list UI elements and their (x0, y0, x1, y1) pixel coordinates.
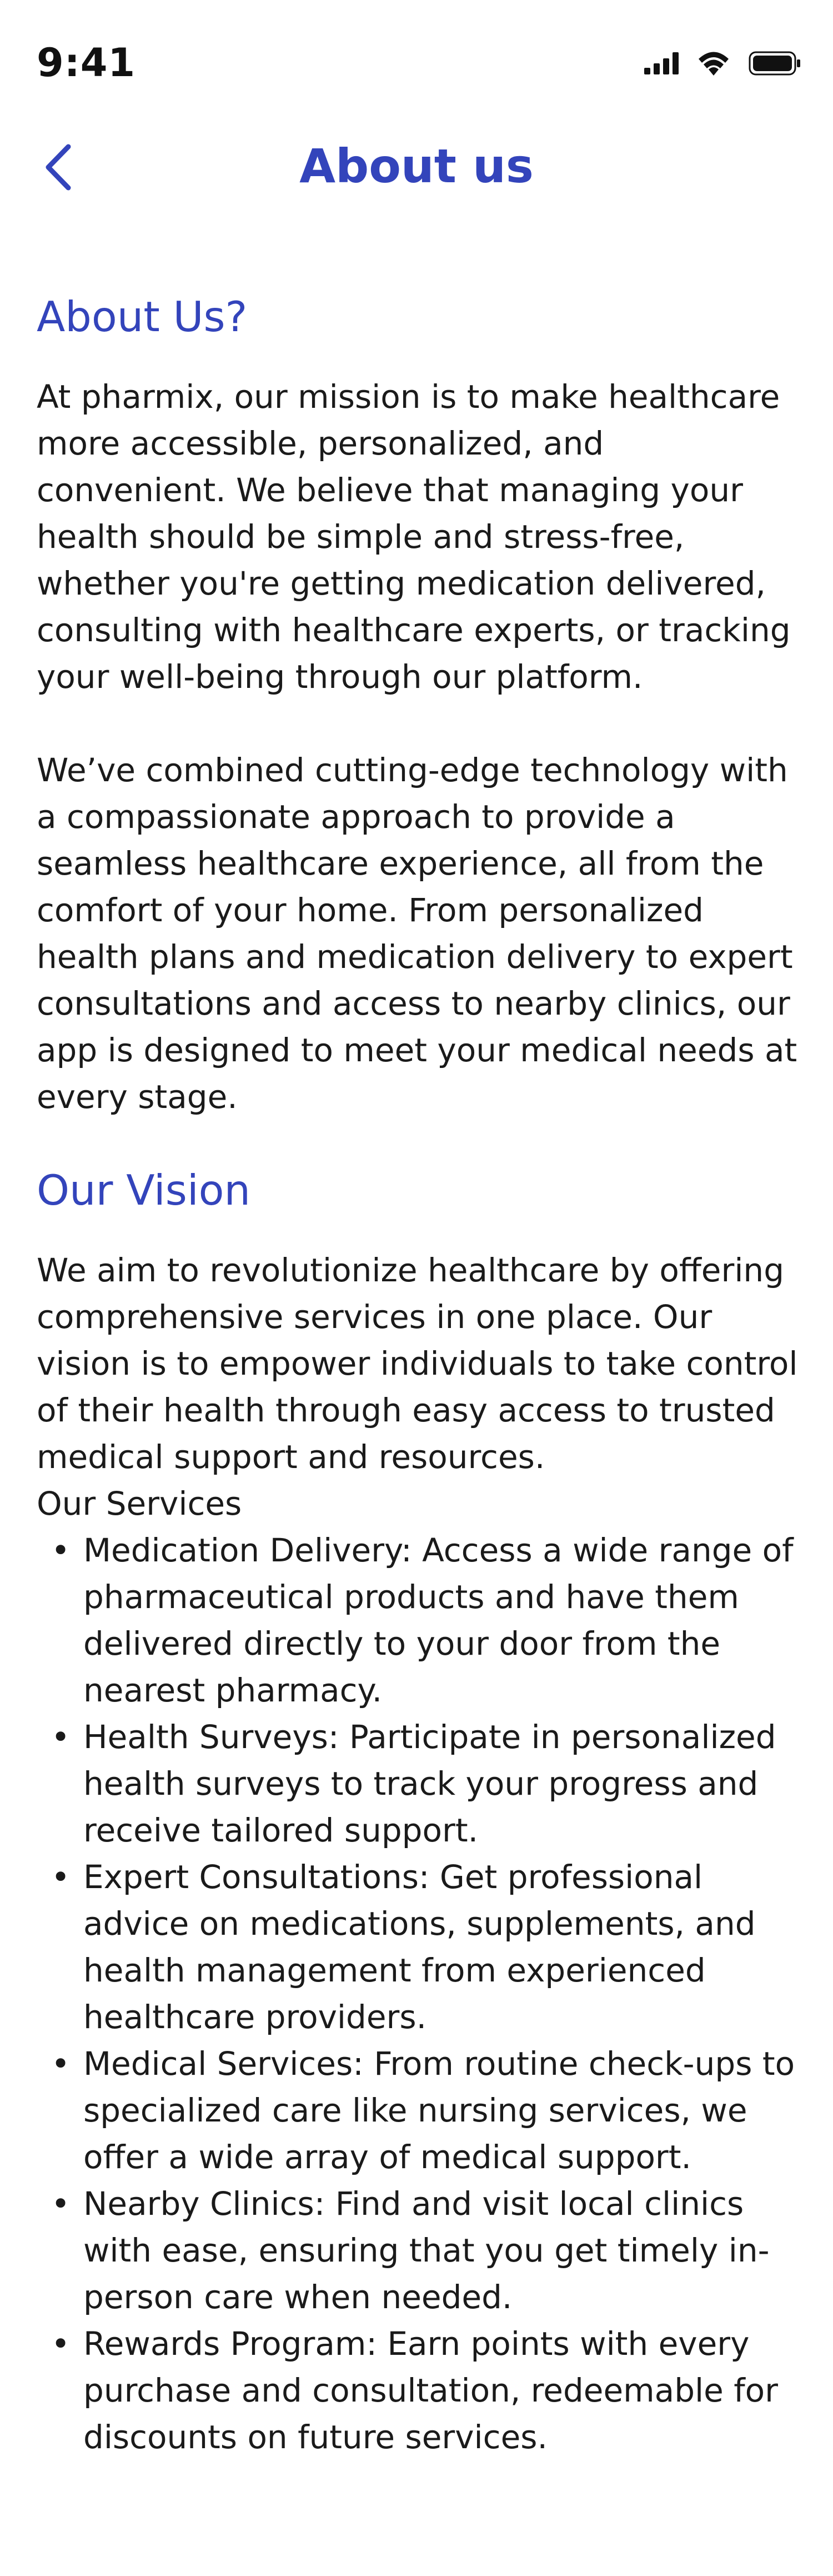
page-title: About us (299, 139, 534, 193)
service-text: Expert Consultations: Get professional a… (83, 1858, 756, 2036)
wifi-icon (697, 51, 730, 78)
status-bar: 9:41 (0, 0, 833, 86)
service-item-health-surveys: • Health Surveys: Participate in persona… (37, 1714, 803, 1854)
service-text: Medication Delivery: Access a wide range… (83, 1531, 794, 1709)
services-label: Our Services (37, 1485, 242, 1522)
about-heading: About Us? (37, 292, 248, 341)
status-icons (644, 51, 801, 78)
service-item-rewards-program: • Rewards Program: Earn points with ever… (37, 2320, 803, 2460)
about-content: About Us? At pharmix, our mission is to … (37, 283, 803, 2460)
vision-heading: Our Vision (37, 1166, 251, 1215)
service-text: Health Surveys: Participate in personali… (83, 1718, 776, 1849)
cellular-signal-icon (644, 52, 679, 77)
service-item-expert-consultations: • Expert Consultations: Get professional… (37, 1854, 803, 2040)
battery-icon (749, 51, 801, 78)
service-item-nearby-clinics: • Nearby Clinics: Find and visit local c… (37, 2180, 803, 2320)
about-paragraph-2: We’ve combined cutting-edge technology w… (37, 751, 797, 1116)
services-list: • Medication Delivery: Access a wide ran… (37, 1527, 803, 2460)
service-text: Rewards Program: Earn points with every … (83, 2325, 778, 2456)
bullet-icon: • (51, 2185, 71, 2223)
bullet-icon: • (51, 1718, 71, 1756)
service-text: Medical Services: From routine check-ups… (83, 2045, 795, 2176)
bullet-icon: • (51, 1858, 71, 1896)
bullet-icon: • (51, 2045, 71, 2083)
about-paragraph-1: At pharmix, our mission is to make healt… (37, 378, 791, 696)
bullet-icon: • (51, 1531, 71, 1569)
status-time: 9:41 (37, 40, 136, 86)
service-item-medication-delivery: • Medication Delivery: Access a wide ran… (37, 1527, 803, 1714)
service-text: Nearby Clinics: Find and visit local cli… (83, 2185, 770, 2316)
bullet-icon: • (51, 2325, 71, 2363)
nav-bar: About us (0, 127, 833, 210)
vision-paragraph: We aim to revolutionize healthcare by of… (37, 1251, 798, 1476)
service-item-medical-services: • Medical Services: From routine check-u… (37, 2040, 803, 2180)
